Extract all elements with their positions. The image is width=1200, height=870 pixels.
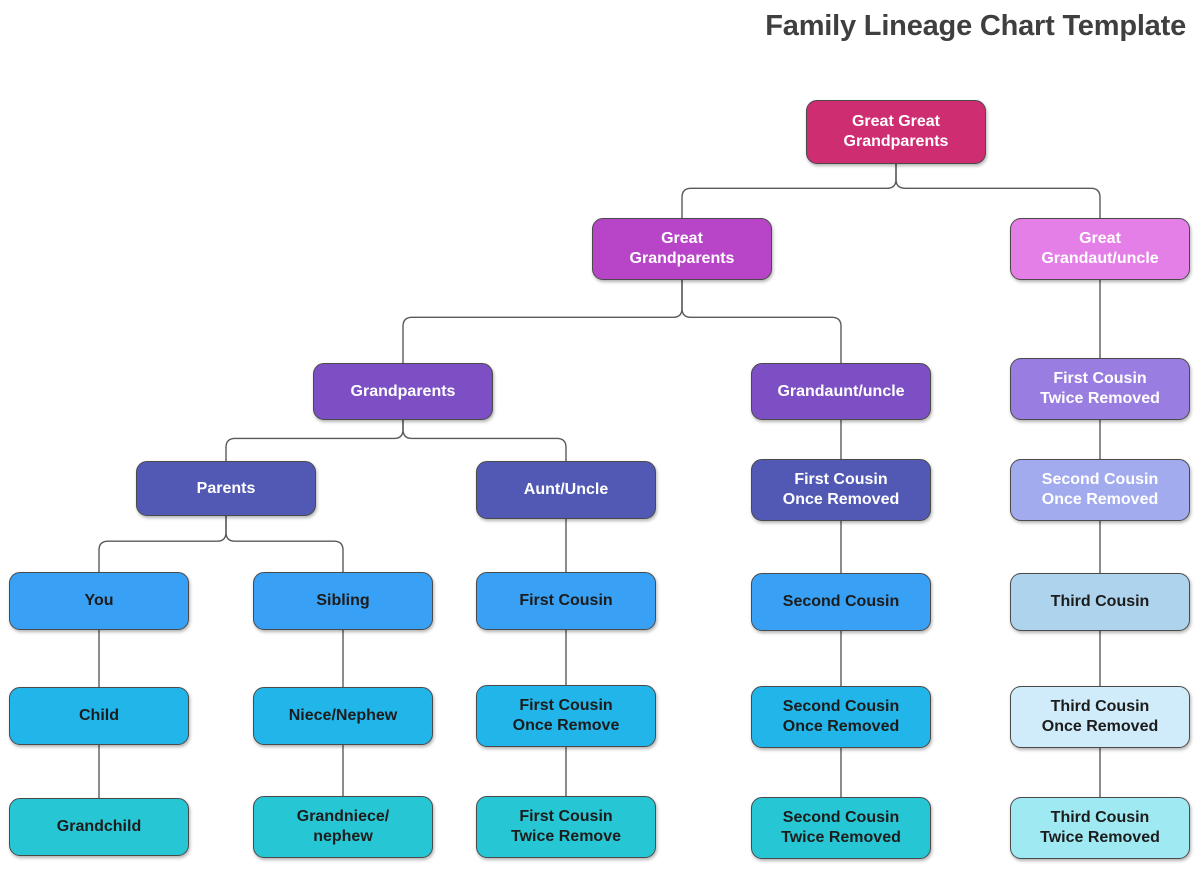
edge-parents-to-sibling [225, 516, 344, 572]
node-grandchild[interactable]: Grandchild [9, 798, 189, 856]
node-first-cousin-once-remove[interactable]: First Cousin Once Remove [476, 685, 656, 747]
node-label: Niece/Nephew [288, 707, 398, 725]
node-label: Second Cousin Once Removed [1041, 471, 1159, 508]
node-first-cousin[interactable]: First Cousin [476, 572, 656, 630]
node-label: First Cousin [519, 592, 613, 610]
edge-great-great-grandparents-to-great-grandparents [681, 164, 897, 218]
node-label: Second Cousin [782, 593, 900, 611]
node-first-cousin-twice-remove[interactable]: First Cousin Twice Remove [476, 796, 656, 858]
node-label: Great Grandparents [629, 230, 735, 267]
node-first-cousin-twice-removed[interactable]: First Cousin Twice Removed [1010, 358, 1190, 420]
page-title: Family Lineage Chart Template [765, 10, 1186, 42]
node-label: Aunt/Uncle [523, 481, 609, 499]
node-label: Great Great Grandparents [843, 113, 949, 150]
node-aunt-uncle[interactable]: Aunt/Uncle [476, 461, 656, 519]
node-label: Third Cousin Twice Removed [1040, 809, 1160, 846]
node-great-great-grandparents[interactable]: Great Great Grandparents [806, 100, 986, 164]
node-third-cousin[interactable]: Third Cousin [1010, 573, 1190, 631]
node-niece-nephew[interactable]: Niece/Nephew [253, 687, 433, 745]
edge-grandparents-to-parents [225, 420, 404, 461]
node-great-grandaunt-uncle[interactable]: Great Grandaut/uncle [1010, 218, 1190, 280]
node-grandparents[interactable]: Grandparents [313, 363, 493, 420]
node-label: Parents [196, 479, 256, 497]
node-you[interactable]: You [9, 572, 189, 630]
node-child[interactable]: Child [9, 687, 189, 745]
node-grandniece-nephew[interactable]: Grandniece/ nephew [253, 796, 433, 858]
node-second-cousin-once-removed-b[interactable]: Second Cousin Once Removed [751, 686, 931, 748]
node-sibling[interactable]: Sibling [253, 572, 433, 630]
node-second-cousin-twice-removed[interactable]: Second Cousin Twice Removed [751, 797, 931, 859]
node-label: First Cousin Once Remove [512, 697, 620, 734]
edge-parents-to-you [98, 516, 227, 572]
node-third-cousin-twice-removed[interactable]: Third Cousin Twice Removed [1010, 797, 1190, 859]
node-label: Grandniece/ nephew [296, 808, 390, 845]
node-label: Grandaunt/uncle [777, 382, 905, 400]
node-label: Grandparents [350, 382, 456, 400]
edge-great-grandparents-to-grandaunt-uncle [681, 280, 842, 363]
node-second-cousin-once-removed-a[interactable]: Second Cousin Once Removed [1010, 459, 1190, 521]
node-label: Third Cousin Once Removed [1041, 698, 1159, 735]
node-first-cousin-once-removed[interactable]: First Cousin Once Removed [751, 459, 931, 521]
node-great-grandparents[interactable]: Great Grandparents [592, 218, 772, 280]
node-label: First Cousin Twice Removed [1040, 370, 1160, 407]
node-second-cousin[interactable]: Second Cousin [751, 573, 931, 631]
node-label: Great Grandaut/uncle [1041, 230, 1159, 267]
node-label: First Cousin Once Removed [782, 471, 900, 508]
node-label: Third Cousin [1050, 593, 1150, 611]
edge-grandparents-to-aunt-uncle [402, 420, 567, 461]
edge-great-grandparents-to-grandparents [402, 280, 683, 363]
node-label: Second Cousin Twice Removed [781, 809, 901, 846]
node-third-cousin-once-removed[interactable]: Third Cousin Once Removed [1010, 686, 1190, 748]
node-label: Child [79, 707, 119, 725]
node-label: First Cousin Twice Remove [511, 808, 621, 845]
node-grandaunt-uncle[interactable]: Grandaunt/uncle [751, 363, 931, 420]
node-label: You [84, 592, 114, 610]
edge-great-great-grandparents-to-great-grandaunt-uncle [895, 164, 1101, 218]
node-parents[interactable]: Parents [136, 461, 316, 516]
node-label: Sibling [316, 592, 370, 610]
family-lineage-chart: Family Lineage Chart Template Great Grea… [0, 0, 1200, 870]
node-label: Grandchild [56, 818, 142, 836]
node-label: Second Cousin Once Removed [782, 698, 900, 735]
